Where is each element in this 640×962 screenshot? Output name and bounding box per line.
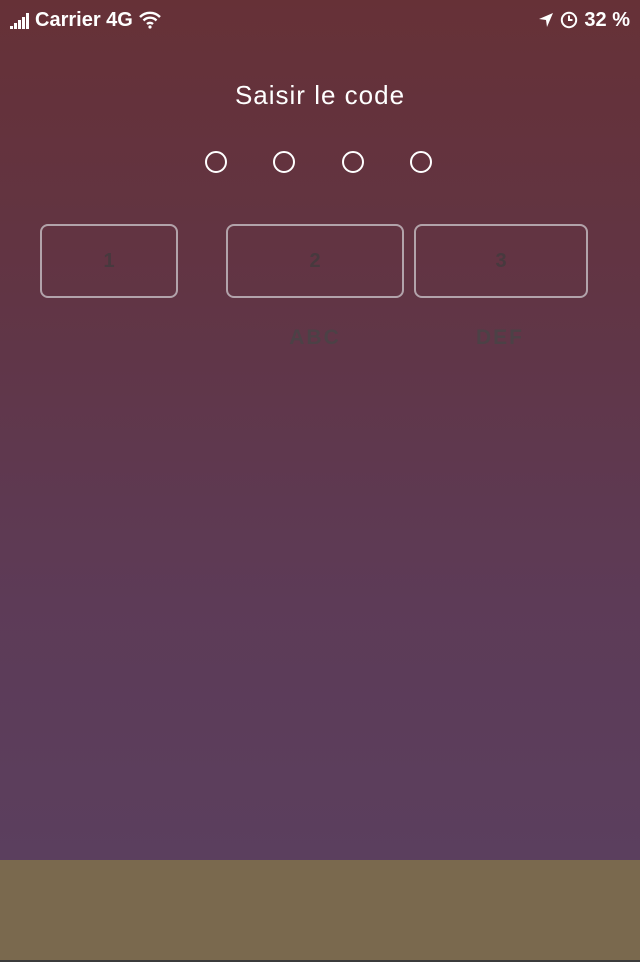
signal-icon: [10, 11, 30, 29]
key-2[interactable]: 2: [226, 224, 404, 298]
passcode-screen: Carrier 4G 32 % Saisir le code 1 2 3 ABC…: [0, 0, 640, 860]
wifi-icon: [138, 11, 161, 29]
carrier-label: Carrier 4G: [35, 9, 133, 31]
code-dot-4: [410, 151, 432, 173]
key-2-letters: ABC: [289, 326, 341, 349]
alarm-clock-icon: [561, 11, 578, 29]
code-dot-1: [205, 151, 227, 173]
status-right: 32 %: [538, 9, 630, 31]
key-3-letters: DEF: [476, 326, 524, 349]
key-1[interactable]: 1: [40, 224, 178, 298]
page-title: Saisir le code: [234, 80, 406, 110]
battery-percentage: 32 %: [584, 9, 630, 31]
status-bar: Carrier 4G 32 %: [0, 0, 640, 40]
location-arrow-icon: [539, 13, 554, 27]
status-left: Carrier 4G: [10, 9, 161, 31]
code-dot-2: [273, 151, 295, 173]
key-3[interactable]: 3: [414, 224, 588, 298]
bottom-bar: [0, 860, 640, 960]
code-dot-3: [342, 151, 364, 173]
